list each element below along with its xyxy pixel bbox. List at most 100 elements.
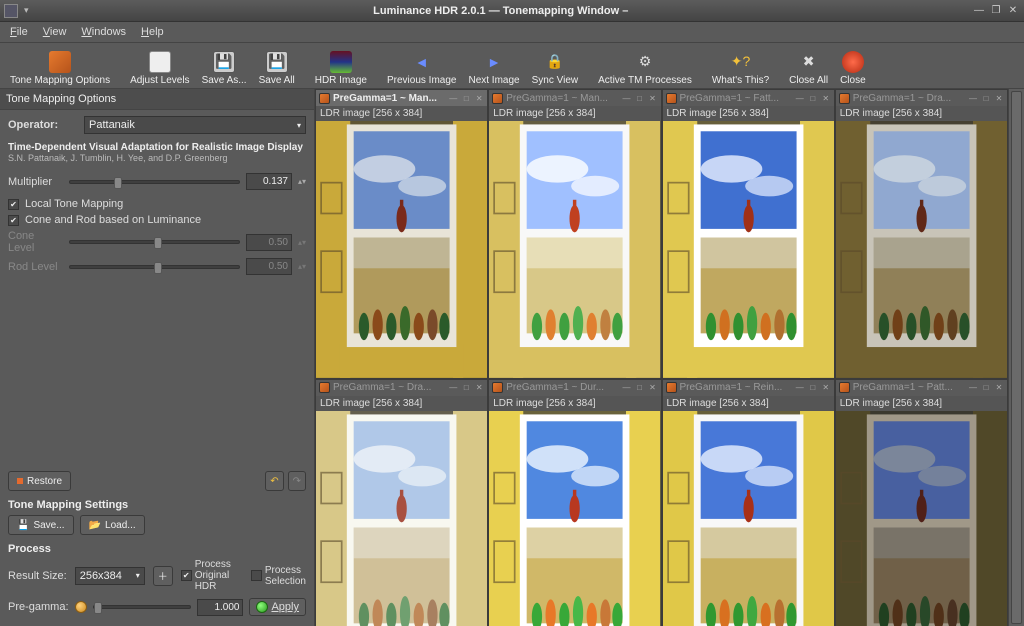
subwindow-title: PreGamma=1 ~ Man... xyxy=(333,93,445,104)
image-preview[interactable]: .wall{fill:#e8d050} .frame{fill:#ffffff}… xyxy=(489,411,660,626)
reset-pregamma-icon[interactable] xyxy=(75,601,87,613)
undo-icon: ↶ xyxy=(270,476,278,487)
add-size-button[interactable]: ＋ xyxy=(153,566,173,586)
subwindow[interactable]: PreGamma=1 ~ Man... — □ ✕ LDR image [256… xyxy=(488,89,661,379)
image-preview[interactable]: .wall{fill:#c9a93a} .frame{fill:#e8e4d8}… xyxy=(316,121,487,378)
image-preview[interactable]: .wall{fill:#d8c888} .frame{fill:#f8f8f0}… xyxy=(316,411,487,626)
sub-close-icon[interactable]: ✕ xyxy=(994,93,1004,103)
sub-minimize-icon[interactable]: — xyxy=(968,93,978,103)
titlebar-menu-icon[interactable]: ▾ xyxy=(24,5,29,16)
subwindow-title: PreGamma=1 ~ Rein... xyxy=(680,382,792,393)
cone-rod-checkbox[interactable]: ✔ xyxy=(8,215,19,226)
subwindow[interactable]: PreGamma=1 ~ Rein... — □ ✕ LDR image [25… xyxy=(662,379,835,626)
image-preview[interactable]: .wall{fill:#e0c848} .frame{fill:#f8f8f8}… xyxy=(663,411,834,626)
sub-maximize-icon[interactable]: □ xyxy=(981,383,991,393)
proc-sel-checkbox[interactable] xyxy=(251,570,262,581)
close-button[interactable]: Close xyxy=(834,44,872,88)
minimize-icon[interactable]: — xyxy=(972,4,986,18)
settings-load-button[interactable]: 📂Load... xyxy=(80,515,145,535)
subwindow-titlebar[interactable]: PreGamma=1 ~ Man... — □ ✕ xyxy=(316,90,487,106)
sub-minimize-icon[interactable]: — xyxy=(795,383,805,393)
window-title: Luminance HDR 2.0.1 — Tonemapping Window… xyxy=(33,5,969,17)
close-icon[interactable]: ✕ xyxy=(1006,4,1020,18)
sub-close-icon[interactable]: ✕ xyxy=(994,383,1004,393)
subwindow-titlebar[interactable]: PreGamma=1 ~ Dra... — □ ✕ xyxy=(836,90,1007,106)
sub-maximize-icon[interactable]: □ xyxy=(808,383,818,393)
sync-view-button[interactable]: 🔒Sync View xyxy=(526,44,585,88)
next-image-button[interactable]: ►Next Image xyxy=(462,44,525,88)
sub-close-icon[interactable]: ✕ xyxy=(474,383,484,393)
save-all-button[interactable]: 💾Save All xyxy=(253,44,301,88)
menu-help[interactable]: Help xyxy=(135,24,170,40)
subwindow-titlebar[interactable]: PreGamma=1 ~ Dra... — □ ✕ xyxy=(316,380,487,396)
subwindow-titlebar[interactable]: PreGamma=1 ~ Patt... — □ ✕ xyxy=(836,380,1007,396)
subwindow-icon xyxy=(319,93,330,104)
window-titlebar: ▾ Luminance HDR 2.0.1 — Tonemapping Wind… xyxy=(0,0,1024,22)
local-tm-checkbox[interactable]: ✔ xyxy=(8,199,19,210)
sub-close-icon[interactable]: ✕ xyxy=(821,93,831,103)
subwindow[interactable]: PreGamma=1 ~ Man... — □ ✕ LDR image [256… xyxy=(315,89,488,379)
image-preview[interactable]: .wall{fill:#706030} .frame{fill:#c8c4b8}… xyxy=(836,121,1007,378)
image-info-label: LDR image [256 x 384] xyxy=(836,396,1007,411)
multiplier-slider[interactable] xyxy=(69,180,240,184)
pregamma-input[interactable] xyxy=(197,599,243,616)
hdr-image-button[interactable]: HDR Image xyxy=(309,44,373,88)
subwindow-icon xyxy=(492,382,503,393)
result-size-select[interactable]: 256x384▾ xyxy=(75,567,145,585)
subwindow[interactable]: PreGamma=1 ~ Fatt... — □ ✕ LDR image [25… xyxy=(662,89,835,379)
close-all-button[interactable]: ✖Close All xyxy=(783,44,834,88)
image-preview[interactable]: .wall{fill:#d8c060} .frame{fill:#f8f8f8}… xyxy=(489,121,660,378)
sub-close-icon[interactable]: ✕ xyxy=(821,383,831,393)
sub-close-icon[interactable]: ✕ xyxy=(648,383,658,393)
subwindow-titlebar[interactable]: PreGamma=1 ~ Rein... — □ ✕ xyxy=(663,380,834,396)
adjust-levels-button[interactable]: Adjust Levels xyxy=(124,44,195,88)
sub-minimize-icon[interactable]: — xyxy=(622,383,632,393)
pregamma-slider[interactable] xyxy=(93,605,192,609)
spinner-icon[interactable]: ▴▾ xyxy=(298,177,306,186)
save-as-button[interactable]: 💾Save As... xyxy=(196,44,253,88)
tm-options-button[interactable]: Tone Mapping Options xyxy=(4,44,116,88)
workspace: PreGamma=1 ~ Man... — □ ✕ LDR image [256… xyxy=(315,89,1024,626)
sub-maximize-icon[interactable]: □ xyxy=(635,383,645,393)
apply-button[interactable]: Apply xyxy=(249,598,306,616)
subwindow-titlebar[interactable]: PreGamma=1 ~ Fatt... — □ ✕ xyxy=(663,90,834,106)
image-info-label: LDR image [256 x 384] xyxy=(489,396,660,411)
sub-maximize-icon[interactable]: □ xyxy=(461,383,471,393)
subwindow-icon xyxy=(319,382,330,393)
sub-minimize-icon[interactable]: — xyxy=(622,93,632,103)
image-preview[interactable]: .wall{fill:#504828} .frame{fill:#a09888}… xyxy=(836,411,1007,626)
subwindow[interactable]: PreGamma=1 ~ Dra... — □ ✕ LDR image [256… xyxy=(315,379,488,626)
subwindow[interactable]: PreGamma=1 ~ Patt... — □ ✕ LDR image [25… xyxy=(835,379,1008,626)
proc-orig-checkbox[interactable]: ✔ xyxy=(181,570,192,581)
image-preview[interactable]: .wall{fill:#e0c850} .frame{fill:#ffffff}… xyxy=(663,121,834,378)
subwindow[interactable]: PreGamma=1 ~ Dra... — □ ✕ LDR image [256… xyxy=(835,89,1008,379)
previous-image-button[interactable]: ◄Previous Image xyxy=(381,44,462,88)
undo-button[interactable]: ↶ xyxy=(265,471,283,491)
menu-file[interactable]: File xyxy=(4,24,34,40)
subwindow-titlebar[interactable]: PreGamma=1 ~ Man... — □ ✕ xyxy=(489,90,660,106)
redo-button[interactable]: ↷ xyxy=(288,471,306,491)
rod-level-slider xyxy=(69,265,240,269)
sub-close-icon[interactable]: ✕ xyxy=(474,93,484,103)
settings-save-button[interactable]: 💾Save... xyxy=(8,515,74,535)
maximize-icon[interactable]: ❐ xyxy=(989,4,1003,18)
sub-close-icon[interactable]: ✕ xyxy=(648,93,658,103)
menu-view[interactable]: View xyxy=(37,24,73,40)
whats-this-button[interactable]: ✦?What's This? xyxy=(706,44,775,88)
restore-button[interactable]: Restore xyxy=(8,471,71,491)
sub-minimize-icon[interactable]: — xyxy=(968,383,978,393)
sub-minimize-icon[interactable]: — xyxy=(448,383,458,393)
sub-maximize-icon[interactable]: □ xyxy=(808,93,818,103)
menu-windows[interactable]: Windows xyxy=(75,24,132,40)
sub-maximize-icon[interactable]: □ xyxy=(461,93,471,103)
active-tm-button[interactable]: ⚙Active TM Processes xyxy=(592,44,698,88)
sub-minimize-icon[interactable]: — xyxy=(795,93,805,103)
multiplier-input[interactable] xyxy=(246,173,292,190)
subwindow[interactable]: PreGamma=1 ~ Dur... — □ ✕ LDR image [256… xyxy=(488,379,661,626)
sub-maximize-icon[interactable]: □ xyxy=(635,93,645,103)
sub-minimize-icon[interactable]: — xyxy=(448,93,458,103)
subwindow-titlebar[interactable]: PreGamma=1 ~ Dur... — □ ✕ xyxy=(489,380,660,396)
operator-select[interactable]: Pattanaik▾ xyxy=(84,116,306,134)
vertical-scrollbar[interactable] xyxy=(1008,89,1024,626)
sub-maximize-icon[interactable]: □ xyxy=(981,93,991,103)
